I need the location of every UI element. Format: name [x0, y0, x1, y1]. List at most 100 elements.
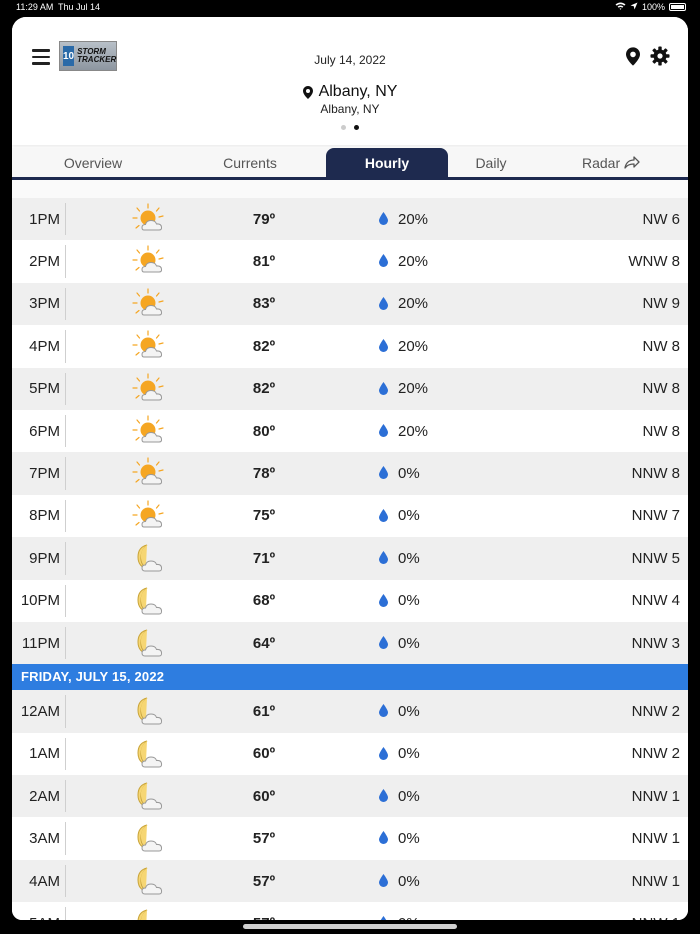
moon-cloud-icon [130, 542, 166, 574]
moon-cloud-icon [130, 865, 166, 897]
wind: NNW 1 [632, 915, 680, 920]
wind: NW 6 [642, 210, 681, 228]
precip-chance: 0% [398, 507, 420, 525]
hour-row[interactable]: 4PM 82º 20% NW 8 [12, 325, 688, 368]
hour-time: 1PM [29, 210, 60, 228]
tab-currents[interactable]: Currents [174, 148, 326, 178]
row-divider [65, 542, 66, 575]
hour-temp: 61º [252, 702, 276, 720]
precip-chance: 0% [398, 745, 420, 763]
hour-row[interactable]: 11PM 64º 0% NNW 3 [12, 621, 688, 665]
raindrop-icon [379, 254, 388, 271]
moon-cloud-icon [130, 907, 166, 920]
hour-temp: 64º [252, 634, 276, 652]
row-divider [65, 626, 66, 660]
hourly-list[interactable]: 1PM 79º 20% NW 6 2PM 81º 20% WNW 8 3PM 83º 20% NW 9… [12, 180, 688, 920]
hour-time: 5AM [12, 915, 60, 920]
precip-chance: 20% [398, 295, 429, 313]
raindrop-icon [379, 593, 388, 611]
page-dot [341, 125, 346, 130]
sun-cloud-icon [130, 372, 166, 405]
settings-button[interactable] [650, 46, 670, 71]
hour-time: 3PM [29, 295, 60, 313]
page-dot-active [354, 125, 359, 130]
precip-chance: 20% [398, 210, 429, 228]
hour-time: 2AM [29, 787, 60, 805]
row-divider [65, 414, 66, 448]
hour-row[interactable]: 2PM 81º 20% WNW 8 [12, 240, 688, 283]
hour-row[interactable]: 6PM 80º 20% NW 8 [12, 409, 688, 453]
page-indicator[interactable] [12, 125, 688, 130]
raindrop-icon [379, 508, 388, 526]
hour-row[interactable]: 3PM 83º 20% NW 9 [12, 282, 688, 326]
precip-chance: 0% [398, 549, 420, 567]
tab-overview[interactable]: Overview [12, 148, 174, 178]
map-pin-icon [626, 47, 640, 66]
hour-row[interactable]: 1PM 79º 20% NW 6 [12, 198, 688, 241]
hour-time: 9PM [29, 549, 60, 567]
raindrop-icon [379, 873, 388, 891]
precip-chance: 0% [398, 702, 420, 720]
hour-time: 11PM [21, 634, 60, 652]
row-divider [65, 372, 66, 405]
hour-row[interactable]: 10PM 68º 0% NNW 4 [12, 579, 688, 622]
hour-row[interactable]: 9PM 71º 0% NNW 5 [12, 537, 688, 580]
tab-radar-label: Radar [581, 155, 621, 171]
row-divider [65, 499, 66, 533]
sun-cloud-icon [130, 457, 166, 489]
hour-temp: 71º [252, 549, 276, 567]
row-divider [65, 822, 66, 855]
sun-cloud-icon [130, 415, 166, 447]
sun-cloud-icon [130, 203, 166, 235]
wind: NNW 1 [631, 830, 680, 848]
app-header: 10 STORM TRACKER July 14, 2022 Albany, N… [12, 17, 688, 145]
home-indicator[interactable] [243, 924, 457, 929]
hour-row[interactable]: 3AM 57º 0% NNW 1 [12, 817, 688, 860]
tab-hourly[interactable]: Hourly [326, 148, 448, 178]
wind: NW 9 [642, 295, 681, 313]
status-time: 11:29 AM [16, 2, 54, 12]
hour-temp: 78º [252, 465, 276, 483]
hour-time: 10PM [20, 592, 60, 610]
location-block[interactable]: Albany, NY Albany, NY [12, 83, 688, 116]
raindrop-icon [379, 296, 388, 314]
hour-time: 4PM [29, 337, 60, 355]
sun-cloud-icon [130, 330, 166, 362]
hour-row[interactable]: 5AM 57º 0% NNW 1 [12, 902, 688, 920]
hamburger-icon [32, 49, 50, 52]
hour-row[interactable]: 2AM 60º 0% NNW 1 [12, 775, 688, 818]
hour-row[interactable]: 1AM 60º 0% NNW 2 [12, 732, 688, 776]
raindrop-icon [379, 551, 388, 568]
gear-icon [650, 46, 670, 66]
precip-chance: 0% [398, 915, 420, 920]
wind: NNW 3 [631, 634, 680, 652]
hour-temp: 60º [252, 787, 276, 805]
hour-temp: 60º [252, 745, 276, 763]
hour-row[interactable]: 8PM 75º 0% NNW 7 [12, 494, 688, 538]
tab-radar[interactable]: Radar [534, 148, 688, 178]
header-date: July 14, 2022 [314, 53, 386, 67]
hour-row[interactable]: 4AM 57º 0% NNW 1 [12, 859, 688, 903]
list-top-spacer [12, 180, 688, 198]
wind: NNW 4 [631, 592, 680, 610]
precip-chance: 0% [398, 634, 420, 652]
hour-row[interactable]: 5PM 82º 20% NW 8 [12, 367, 688, 410]
hour-temp: 57º [252, 830, 276, 848]
tab-daily[interactable]: Daily [448, 148, 534, 178]
wind: NNW 1 [631, 872, 680, 890]
locations-button[interactable] [626, 47, 640, 71]
wind: NNW 1 [631, 787, 680, 805]
row-divider [65, 203, 66, 236]
hour-time: 2PM [29, 253, 60, 271]
raindrop-icon [379, 746, 388, 764]
hour-row[interactable]: 12AM 61º 0% NNW 2 [12, 690, 688, 733]
raindrop-icon [379, 466, 388, 483]
sun-cloud-icon [130, 500, 166, 532]
next-day-rows: 12AM 61º 0% NNW 2 1AM 60º 0% NNW 2 2AM 60º 0% NNW 1… [12, 690, 688, 920]
raindrop-icon [379, 423, 388, 441]
wind: NW 8 [642, 337, 681, 355]
hour-time: 1AM [29, 745, 60, 763]
hour-row[interactable]: 7PM 78º 0% NNW 8 [12, 452, 688, 495]
sun-cloud-icon [130, 245, 166, 277]
hour-temp: 57º [244, 915, 284, 920]
